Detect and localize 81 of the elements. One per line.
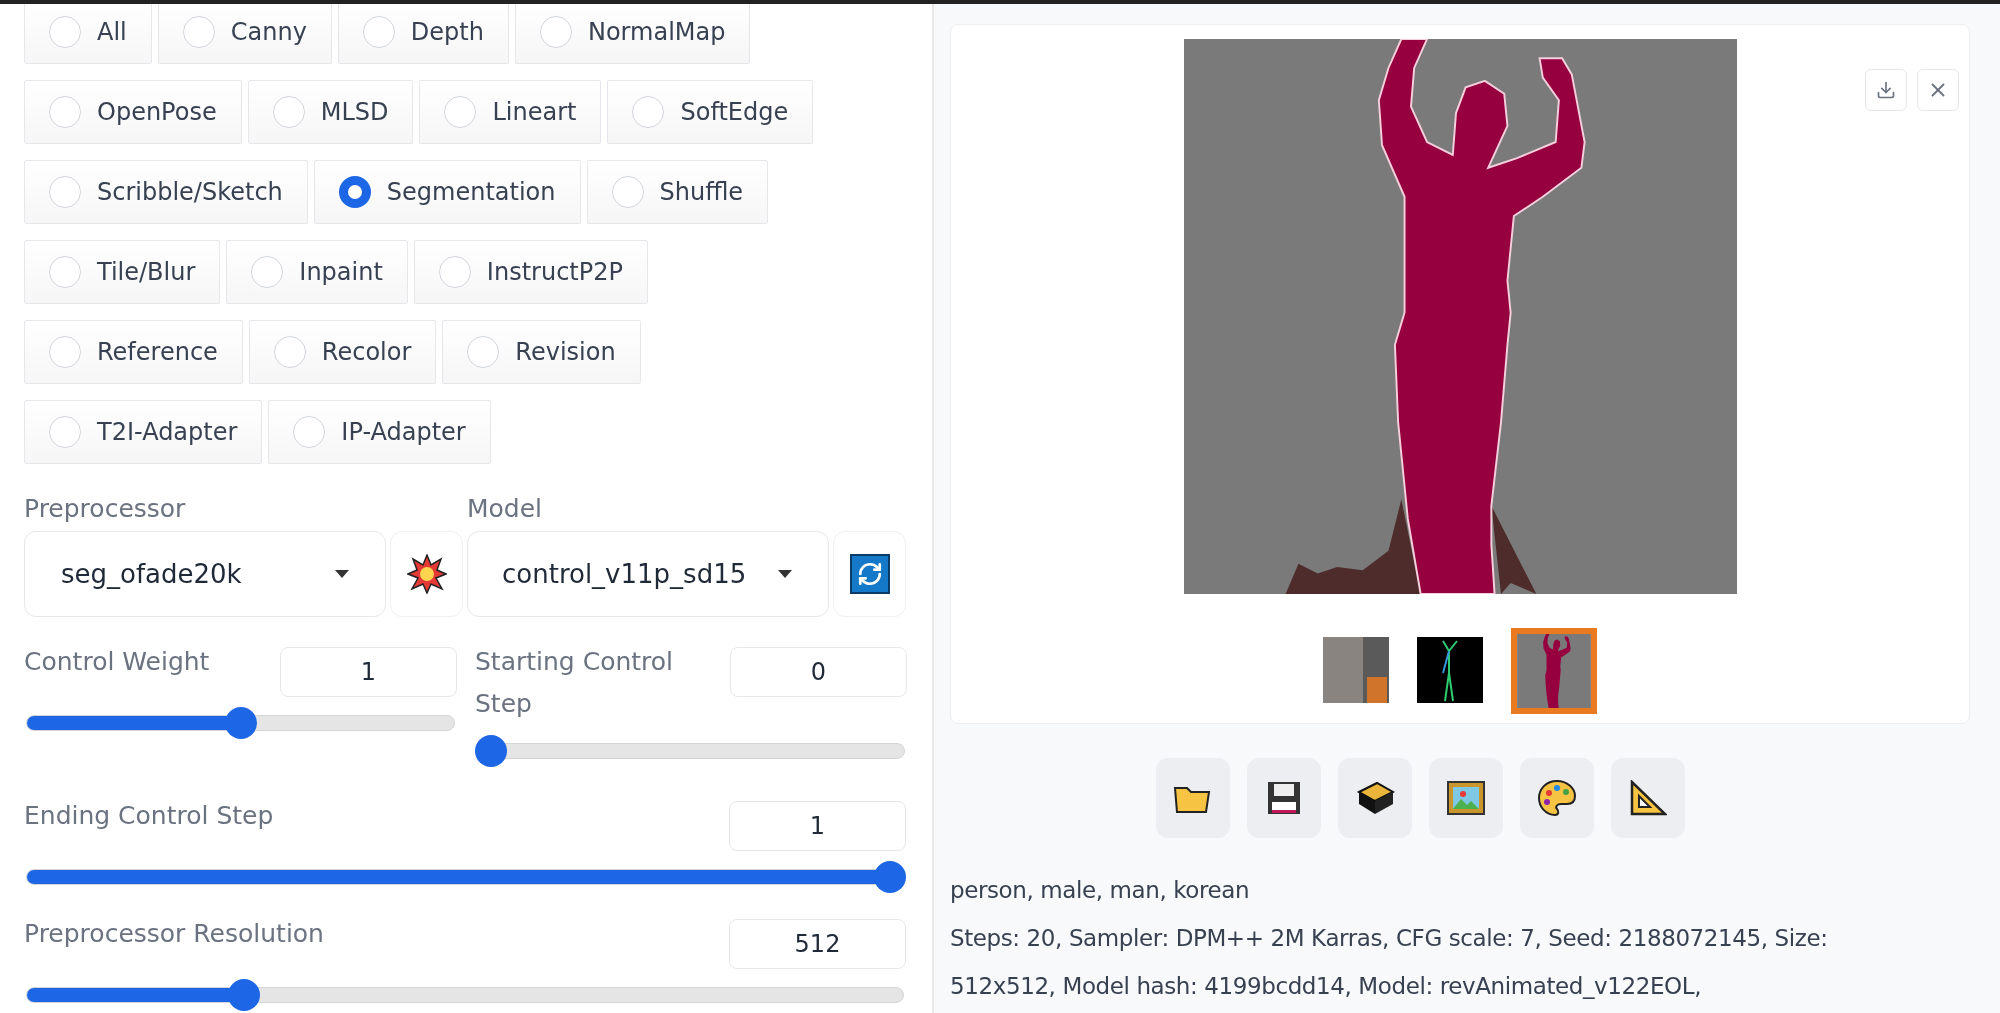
radio-option[interactable]: Lineart [419, 80, 602, 144]
slider-label: Starting Control Step [475, 646, 675, 720]
number-field[interactable]: 512 [729, 919, 906, 969]
slider-thumb[interactable] [475, 735, 507, 767]
radio-label: Segmentation [386, 178, 556, 206]
radio-option[interactable]: Revision [442, 320, 641, 384]
tool-button[interactable] [1429, 758, 1503, 838]
refresh-button[interactable] [833, 531, 906, 617]
caret-icon [335, 569, 349, 579]
radio-option[interactable]: Segmentation [313, 160, 581, 224]
radio-option[interactable]: IP-Adapter [268, 400, 491, 464]
tool-button[interactable] [1247, 758, 1321, 838]
radio-option[interactable]: Reference [24, 320, 243, 384]
field-label: Preprocessor [24, 494, 187, 523]
tool-button[interactable] [1338, 758, 1412, 838]
explosion-icon-button[interactable] [390, 531, 463, 617]
radio-label: NormalMap [587, 18, 726, 46]
radio-option[interactable]: Shuffle [586, 160, 769, 224]
radio-option[interactable]: Scribble/Sketch [24, 160, 308, 224]
radio-option[interactable]: MLSD [247, 80, 414, 144]
radio-label: All [97, 18, 127, 46]
radio-option[interactable]: SoftEdge [607, 80, 814, 144]
thumbnail[interactable] [1511, 628, 1597, 714]
tool-button[interactable] [1520, 758, 1594, 838]
caret-icon [778, 569, 792, 579]
radio-label: Recolor [321, 338, 412, 366]
radio-label: Shuffle [659, 178, 744, 206]
slider-label: Preprocessor Resolution [24, 919, 324, 948]
model-dropdown[interactable]: control_v11p_sd15 [467, 531, 829, 617]
radio-label: IP-Adapter [341, 418, 466, 446]
slider-label: Control Weight [24, 647, 210, 676]
radio-label: MLSD [320, 98, 389, 126]
thumbnail[interactable] [1323, 637, 1391, 705]
radio-option[interactable]: NormalMap [514, 4, 751, 64]
tool-button[interactable] [1611, 758, 1685, 838]
radio-label: Reference [97, 338, 218, 366]
slider-thumb[interactable] [224, 707, 257, 739]
radio-option[interactable]: All [24, 4, 152, 64]
radio-label: Depth [410, 18, 484, 46]
photo-placeholder [1323, 637, 1389, 703]
radio-option[interactable]: Recolor [248, 320, 437, 384]
radio-label: Inpaint [299, 258, 383, 286]
thumbnail[interactable] [1417, 637, 1485, 705]
number-field[interactable]: 1 [280, 647, 457, 697]
slider-thumb[interactable] [228, 979, 260, 1011]
generation-info-text: person, male, man, korean [950, 876, 1251, 905]
radio-option[interactable]: Inpaint [226, 240, 408, 304]
number-field[interactable]: 0 [730, 647, 907, 697]
radio-label: Canny [230, 18, 307, 46]
box-icon [1355, 780, 1395, 816]
slider-thumb[interactable] [874, 861, 906, 893]
radio-label: Revision [515, 338, 616, 366]
radio-option[interactable]: Tile/Blur [24, 240, 221, 304]
framed-picture-icon [1447, 781, 1485, 815]
slider-label: Ending Control Step [24, 801, 274, 830]
radio-option[interactable]: Canny [157, 4, 332, 64]
refresh-icon [849, 554, 890, 594]
radio-label: OpenPose [97, 98, 217, 126]
number-field[interactable]: 1 [729, 801, 906, 851]
radio-option[interactable]: InstructP2P [413, 240, 648, 304]
download-icon [1876, 80, 1896, 100]
radio-label: T2I-Adapter [97, 418, 238, 446]
field-label: Model [467, 494, 544, 523]
download-button[interactable] [1865, 69, 1907, 111]
radio-option[interactable]: Depth [337, 4, 509, 64]
triangle-ruler-icon [1629, 780, 1667, 816]
pose-skeleton-drawing [1417, 637, 1483, 703]
radio-label: Lineart [492, 98, 577, 126]
preprocessor-dropdown[interactable]: seg_ofade20k [24, 531, 386, 617]
radio-label: SoftEdge [680, 98, 789, 126]
radio-option[interactable]: OpenPose [24, 80, 242, 144]
generation-info-text: Steps: 20, Sampler: DPM++ 2M Karras, CFG scale: 7, Seed: 2188072145, Size: 512x512, Model hash: 4199bcdd14, Model: revAnimated_v122EOL, [950, 924, 1829, 1001]
radio-label: Scribble/Sketch [97, 178, 283, 206]
close-button[interactable] [1917, 69, 1959, 111]
radio-label: InstructP2P [486, 258, 623, 286]
tool-button[interactable] [1156, 758, 1230, 838]
explosion-icon [406, 554, 447, 594]
radio-label: Tile/Blur [97, 258, 196, 286]
slider-track[interactable] [475, 735, 907, 767]
radio-option[interactable]: T2I-Adapter [24, 400, 263, 464]
palette-icon [1537, 779, 1577, 817]
